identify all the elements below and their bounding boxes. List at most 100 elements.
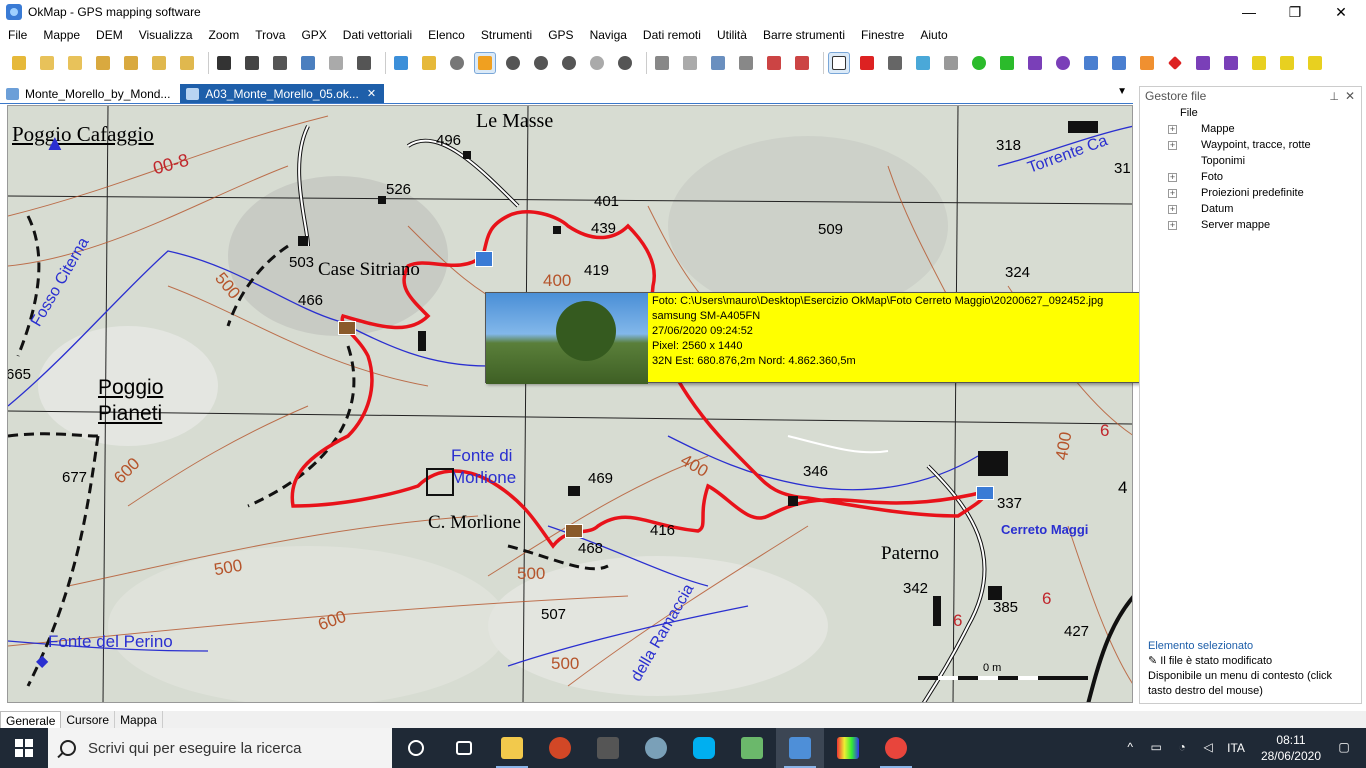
menu-dati-vettoriali[interactable]: Dati vettoriali bbox=[335, 28, 420, 42]
start-button[interactable] bbox=[0, 728, 48, 768]
tree-item-toponimi[interactable]: Toponimi bbox=[1150, 153, 1361, 169]
tree-item-server-mappe[interactable]: + Server mappe bbox=[1150, 217, 1361, 233]
tab-a03-monte-morello[interactable]: A03_Monte_Morello_05.ok... ✕ bbox=[180, 84, 385, 103]
language-indicator[interactable]: ITA bbox=[1227, 741, 1245, 755]
expand-icon[interactable]: + bbox=[1168, 220, 1177, 230]
paint-icon[interactable] bbox=[824, 728, 872, 768]
tab-mappa[interactable]: Mappa bbox=[115, 711, 163, 729]
tab-close-icon[interactable]: ✕ bbox=[367, 87, 376, 100]
menu-aiuto[interactable]: Aiuto bbox=[912, 28, 955, 42]
menu-barre-strumenti[interactable]: Barre strumenti bbox=[755, 28, 853, 42]
tree-item-proiezioni[interactable]: + Proiezioni predefinite bbox=[1150, 185, 1361, 201]
zoom-1-1-icon[interactable] bbox=[614, 52, 636, 74]
grid-icon[interactable] bbox=[679, 52, 701, 74]
track-circle-icon[interactable] bbox=[1052, 52, 1074, 74]
select-area-icon[interactable] bbox=[884, 52, 906, 74]
menu-strumenti[interactable]: Strumenti bbox=[473, 28, 540, 42]
draw-route-icon[interactable] bbox=[1108, 52, 1130, 74]
tree-root-file[interactable]: File bbox=[1150, 105, 1361, 121]
file-explorer-icon[interactable] bbox=[488, 728, 536, 768]
maximize-button[interactable]: ❐ bbox=[1272, 0, 1318, 24]
export-icon[interactable] bbox=[297, 52, 319, 74]
minimize-button[interactable]: — bbox=[1226, 0, 1272, 24]
expand-icon[interactable]: + bbox=[1168, 204, 1177, 214]
open-map-icon[interactable] bbox=[8, 52, 30, 74]
menu-finestre[interactable]: Finestre bbox=[853, 28, 912, 42]
waypoint-icon[interactable] bbox=[996, 52, 1018, 74]
open-folder-icon[interactable] bbox=[36, 52, 58, 74]
lock-icon[interactable] bbox=[474, 52, 496, 74]
menu-file[interactable]: File bbox=[0, 28, 35, 42]
notifications-icon[interactable]: ▢ bbox=[1336, 740, 1352, 756]
app-icon[interactable] bbox=[632, 728, 680, 768]
expand-icon[interactable]: + bbox=[1168, 124, 1177, 134]
tree-item-waypoint[interactable]: + Waypoint, tracce, rotte bbox=[1150, 137, 1361, 153]
menu-gps[interactable]: GPS bbox=[540, 28, 581, 42]
battery-icon[interactable]: ▭ bbox=[1148, 740, 1164, 756]
tree-item-foto[interactable]: + Foto bbox=[1150, 169, 1361, 185]
open-folder-6-icon[interactable] bbox=[176, 52, 198, 74]
open-folder-2-icon[interactable] bbox=[64, 52, 86, 74]
zoom-icon[interactable] bbox=[446, 52, 468, 74]
menu-zoom[interactable]: Zoom bbox=[201, 28, 248, 42]
task-view-icon[interactable] bbox=[440, 728, 488, 768]
menu-visualizza[interactable]: Visualizza bbox=[131, 28, 201, 42]
open-folder-5-icon[interactable] bbox=[148, 52, 170, 74]
save-disabled-icon[interactable] bbox=[325, 52, 347, 74]
skype-icon[interactable] bbox=[680, 728, 728, 768]
map-edit-icon[interactable] bbox=[707, 52, 729, 74]
zoom-in-icon[interactable] bbox=[502, 52, 524, 74]
node-2-icon[interactable] bbox=[1220, 52, 1242, 74]
zoom-extent-icon[interactable] bbox=[558, 52, 580, 74]
delete-map-icon[interactable] bbox=[735, 52, 757, 74]
notepad-icon[interactable] bbox=[728, 728, 776, 768]
edit-icon[interactable] bbox=[651, 52, 673, 74]
wifi-icon[interactable]: ◔ bbox=[1174, 740, 1190, 756]
tree-item-mappe[interactable]: + Mappe bbox=[1150, 121, 1361, 137]
tab-generale[interactable]: Generale bbox=[0, 711, 62, 729]
taskbar-search[interactable]: Scrivi qui per eseguire la ricerca bbox=[48, 728, 392, 768]
ruler-2-icon[interactable] bbox=[1276, 52, 1298, 74]
powerpoint-icon[interactable] bbox=[536, 728, 584, 768]
volume-icon[interactable]: ◁ bbox=[1200, 740, 1216, 756]
window-icon[interactable] bbox=[418, 52, 440, 74]
photo-marker-icon[interactable] bbox=[976, 486, 994, 500]
menu-dem[interactable]: DEM bbox=[88, 28, 131, 42]
menu-utilita[interactable]: Utilità bbox=[709, 28, 755, 42]
node-icon[interactable] bbox=[1192, 52, 1214, 74]
tab-cursore[interactable]: Cursore bbox=[61, 711, 116, 729]
save-icon[interactable] bbox=[213, 52, 235, 74]
expand-icon[interactable]: + bbox=[1168, 140, 1177, 150]
menu-mappe[interactable]: Mappe bbox=[35, 28, 88, 42]
draw-track-icon[interactable] bbox=[1136, 52, 1158, 74]
clock[interactable]: 08:11 28/06/2020 bbox=[1261, 732, 1321, 764]
zoom-scale-icon[interactable] bbox=[586, 52, 608, 74]
menu-elenco[interactable]: Elenco bbox=[420, 28, 473, 42]
open-folder-3-icon[interactable] bbox=[92, 52, 114, 74]
delete-icon[interactable] bbox=[763, 52, 785, 74]
layers-icon[interactable] bbox=[390, 52, 412, 74]
okmap-taskbar-icon[interactable] bbox=[776, 728, 824, 768]
cortana-icon[interactable] bbox=[392, 728, 440, 768]
menu-gpx[interactable]: GPX bbox=[293, 28, 334, 42]
save-as-icon[interactable] bbox=[241, 52, 263, 74]
save-all-icon[interactable] bbox=[269, 52, 291, 74]
smiley-icon[interactable] bbox=[968, 52, 990, 74]
tabs-dropdown-icon[interactable]: ▼ bbox=[1117, 86, 1127, 97]
move-icon[interactable] bbox=[940, 52, 962, 74]
track-points-icon[interactable] bbox=[1024, 52, 1046, 74]
menu-dati-remoti[interactable]: Dati remoti bbox=[635, 28, 709, 42]
zoom-out-icon[interactable] bbox=[530, 52, 552, 74]
tree-item-datum[interactable]: + Datum bbox=[1150, 201, 1361, 217]
ruler-icon[interactable] bbox=[1248, 52, 1270, 74]
calculator-icon[interactable] bbox=[584, 728, 632, 768]
route-icon[interactable] bbox=[1080, 52, 1102, 74]
diamond-icon[interactable] bbox=[1164, 52, 1186, 74]
chevron-up-icon[interactable]: ^ bbox=[1122, 740, 1138, 756]
expand-icon[interactable]: + bbox=[1168, 172, 1177, 182]
photo-marker-icon[interactable] bbox=[565, 524, 583, 538]
expand-icon[interactable]: + bbox=[1168, 188, 1177, 198]
panel-close-icon[interactable]: ✕ bbox=[1345, 89, 1355, 103]
ruler-3-icon[interactable] bbox=[1304, 52, 1326, 74]
selected-photo-marker-icon[interactable] bbox=[426, 468, 454, 496]
